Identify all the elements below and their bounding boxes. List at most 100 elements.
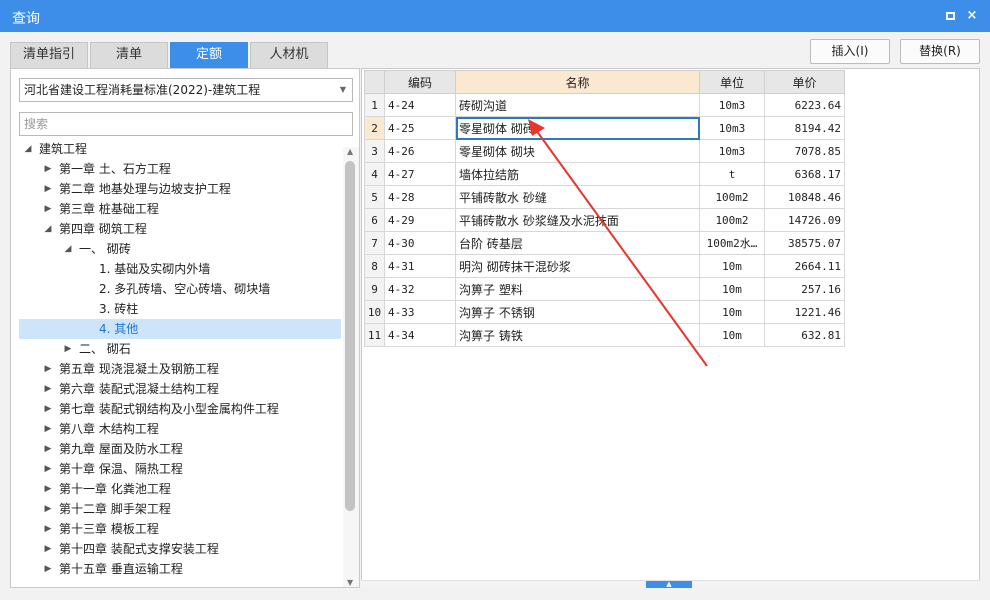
cell-code[interactable]: 4-24: [384, 93, 456, 117]
cell-price[interactable]: 2664.11: [764, 254, 845, 278]
row-number[interactable]: 3: [364, 139, 385, 163]
tree-item[interactable]: ▶ 第九章 屋面及防水工程: [19, 439, 341, 459]
cell-name[interactable]: 零星砌体 砌块: [455, 139, 700, 163]
cell-code[interactable]: 4-31: [384, 254, 456, 278]
expanded-arrow-icon[interactable]: ◢: [23, 139, 33, 159]
cell-price[interactable]: 257.16: [764, 277, 845, 301]
cell-code[interactable]: 4-28: [384, 185, 456, 209]
table-row[interactable]: 11 4-34 沟箅子 铸铁 10m 632.81: [364, 323, 845, 347]
cell-price[interactable]: 6368.17: [764, 162, 845, 186]
tree-item[interactable]: ▶ 第一章 土、石方工程: [19, 159, 341, 179]
row-number[interactable]: 10: [364, 300, 385, 324]
cell-name[interactable]: 零星砌体 砌砖: [455, 116, 700, 140]
scroll-down-icon[interactable]: ▼: [347, 578, 353, 587]
collapsed-arrow-icon[interactable]: ▶: [43, 399, 53, 419]
tree-item[interactable]: ▶ 第八章 木结构工程: [19, 419, 341, 439]
cell-code[interactable]: 4-29: [384, 208, 456, 232]
row-number[interactable]: 7: [364, 231, 385, 255]
tree-scrollbar[interactable]: ▲ ▼: [343, 147, 359, 587]
tree-item[interactable]: ▶ 第十五章 垂直运输工程: [19, 559, 341, 579]
cell-name[interactable]: 平铺砖散水 砂浆缝及水泥抹面: [455, 208, 700, 232]
cell-unit[interactable]: 100m2: [699, 208, 765, 232]
tree-item[interactable]: 2. 多孔砖墙、空心砖墙、砌块墙: [19, 279, 341, 299]
collapsed-arrow-icon[interactable]: ▶: [43, 539, 53, 559]
collapsed-arrow-icon[interactable]: ▶: [63, 339, 73, 359]
tree-item[interactable]: ▶ 第七章 装配式钢结构及小型金属构件工程: [19, 399, 341, 419]
cell-name[interactable]: 沟箅子 不锈钢: [455, 300, 700, 324]
table-row[interactable]: 7 4-30 台阶 砖基层 100m2水… 38575.07: [364, 231, 845, 255]
table-row[interactable]: 3 4-26 零星砌体 砌块 10m3 7078.85: [364, 139, 845, 163]
cell-price[interactable]: 38575.07: [764, 231, 845, 255]
cell-price[interactable]: 1221.46: [764, 300, 845, 324]
collapsed-arrow-icon[interactable]: ▶: [43, 419, 53, 439]
row-number[interactable]: 8: [364, 254, 385, 278]
replace-button[interactable]: 替换(R): [900, 39, 980, 64]
cell-unit[interactable]: 10m: [699, 300, 765, 324]
cell-unit[interactable]: 100m2水…: [699, 231, 765, 255]
header-price[interactable]: 单价: [764, 70, 845, 94]
tree-item[interactable]: ▶ 第十章 保温、隔热工程: [19, 459, 341, 479]
collapsed-arrow-icon[interactable]: ▶: [43, 179, 53, 199]
cell-name[interactable]: 沟箅子 塑料: [455, 277, 700, 301]
collapsed-arrow-icon[interactable]: ▶: [43, 159, 53, 179]
cell-price[interactable]: 7078.85: [764, 139, 845, 163]
collapsed-arrow-icon[interactable]: ▶: [43, 559, 53, 579]
table-row[interactable]: 1 4-24 砖砌沟道 10m3 6223.64: [364, 93, 845, 117]
tree-item[interactable]: ▶ 第十二章 脚手架工程: [19, 499, 341, 519]
cell-unit[interactable]: 10m: [699, 277, 765, 301]
table-row[interactable]: 8 4-31 明沟 砌砖抹干混砂浆 10m 2664.11: [364, 254, 845, 278]
cell-code[interactable]: 4-26: [384, 139, 456, 163]
grid-horizontal-scrollbar[interactable]: ▲: [361, 580, 980, 588]
row-number[interactable]: 2: [364, 116, 385, 140]
cell-unit[interactable]: 10m3: [699, 93, 765, 117]
cell-unit[interactable]: 10m3: [699, 139, 765, 163]
table-row[interactable]: 2 4-25 零星砌体 砌砖 10m3 8194.42: [364, 116, 845, 140]
search-input[interactable]: [19, 112, 353, 136]
row-number[interactable]: 4: [364, 162, 385, 186]
tree-item[interactable]: ▶ 第六章 装配式混凝土结构工程: [19, 379, 341, 399]
cell-name[interactable]: 墙体拉结筋: [455, 162, 700, 186]
standard-select[interactable]: 河北省建设工程消耗量标准(2022)-建筑工程 ▼: [19, 78, 353, 102]
row-number[interactable]: 11: [364, 323, 385, 347]
cell-price[interactable]: 14726.09: [764, 208, 845, 232]
cell-price[interactable]: 632.81: [764, 323, 845, 347]
cell-code[interactable]: 4-33: [384, 300, 456, 324]
tab-labor-material-machine[interactable]: 人材机: [250, 42, 328, 68]
table-row[interactable]: 4 4-27 墙体拉结筋 t 6368.17: [364, 162, 845, 186]
table-row[interactable]: 6 4-29 平铺砖散水 砂浆缝及水泥抹面 100m2 14726.09: [364, 208, 845, 232]
collapsed-arrow-icon[interactable]: ▶: [43, 379, 53, 399]
collapsed-arrow-icon[interactable]: ▶: [43, 199, 53, 219]
cell-unit[interactable]: 10m: [699, 254, 765, 278]
cell-unit[interactable]: 10m: [699, 323, 765, 347]
header-code[interactable]: 编码: [384, 70, 456, 94]
scrollbar-thumb[interactable]: [345, 161, 355, 511]
collapsed-arrow-icon[interactable]: ▶: [43, 359, 53, 379]
cell-price[interactable]: 6223.64: [764, 93, 845, 117]
tree-item[interactable]: 4. 其他: [19, 319, 341, 339]
expanded-arrow-icon[interactable]: ◢: [63, 239, 73, 259]
row-number[interactable]: 6: [364, 208, 385, 232]
tab-bill-guide[interactable]: 清单指引: [10, 42, 88, 68]
tree-item[interactable]: ▶ 第十一章 化粪池工程: [19, 479, 341, 499]
tree-item[interactable]: ◢ 第四章 砌筑工程: [19, 219, 341, 239]
header-name[interactable]: 名称: [455, 70, 700, 94]
tab-quota[interactable]: 定额: [170, 42, 248, 68]
cell-unit[interactable]: t: [699, 162, 765, 186]
cell-code[interactable]: 4-32: [384, 277, 456, 301]
maximize-icon[interactable]: [940, 6, 960, 26]
insert-button[interactable]: 插入(I): [810, 39, 890, 64]
cell-name[interactable]: 砖砌沟道: [455, 93, 700, 117]
collapsed-arrow-icon[interactable]: ▶: [43, 499, 53, 519]
cell-code[interactable]: 4-25: [384, 116, 456, 140]
scroll-up-icon[interactable]: ▲: [347, 147, 353, 156]
tree-item[interactable]: ▶ 第二章 地基处理与边坡支护工程: [19, 179, 341, 199]
cell-code[interactable]: 4-34: [384, 323, 456, 347]
cell-unit[interactable]: 100m2: [699, 185, 765, 209]
row-number[interactable]: 1: [364, 93, 385, 117]
cell-name[interactable]: 沟箅子 铸铁: [455, 323, 700, 347]
expanded-arrow-icon[interactable]: ◢: [43, 219, 53, 239]
tab-bill[interactable]: 清单: [90, 42, 168, 68]
tree-item[interactable]: ▶ 第十四章 装配式支撑安装工程: [19, 539, 341, 559]
table-row[interactable]: 9 4-32 沟箅子 塑料 10m 257.16: [364, 277, 845, 301]
collapsed-arrow-icon[interactable]: ▶: [43, 459, 53, 479]
